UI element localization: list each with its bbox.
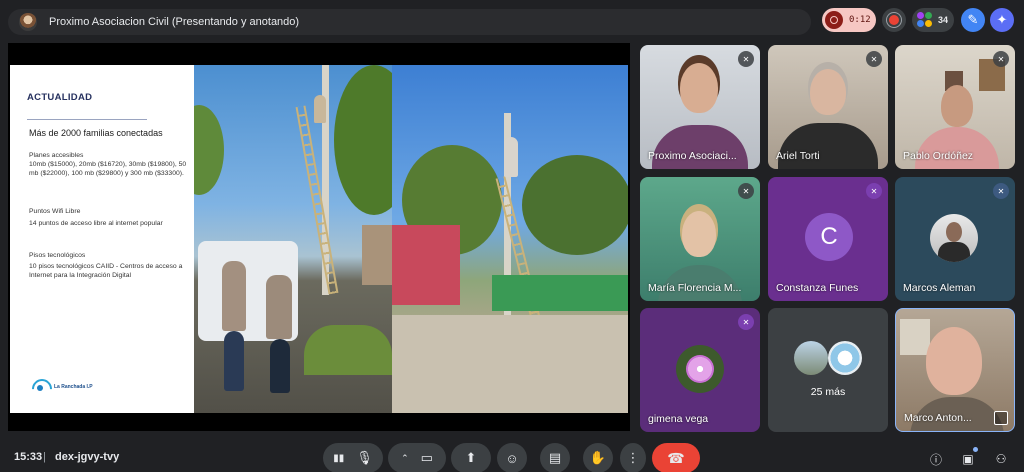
participant-tile[interactable]: ✕ María Florencia M...: [640, 177, 760, 301]
chat-icon: ▣: [962, 452, 974, 466]
mic-off-icon: ✕: [993, 51, 1009, 67]
mic-control[interactable]: ▮▮ 🎙: [323, 443, 383, 472]
camera-icon: ▭: [420, 450, 433, 465]
present-button[interactable]: ⬆: [451, 443, 491, 472]
wifi-body: 14 puntos de acceso libre al internet po…: [29, 220, 163, 227]
separator: |: [43, 451, 46, 463]
info-icon: ⓘ: [929, 452, 942, 467]
captions-button[interactable]: ▤: [540, 443, 570, 472]
participant-name: gimena vega: [648, 413, 709, 425]
participant-name: Constanza Funes: [776, 282, 859, 294]
slide-photo-installation: [194, 65, 392, 413]
meeting-title-bar[interactable]: Proximo Asociacion Civil (Presentando y …: [8, 9, 811, 35]
slide-photo-street: [392, 65, 628, 413]
recording-timer[interactable]: 0:12: [822, 8, 876, 32]
pisos-title: Pisos tecnológicos: [29, 252, 86, 259]
meeting-code: dex-jgvy-tvy: [55, 451, 120, 463]
slide: ACTUALIDAD Más de 2000 familias conectad…: [10, 65, 628, 413]
participant-name: Marco Anton...: [904, 412, 972, 424]
raise-hand-icon: ✋: [589, 450, 607, 465]
participant-name: Ariel Torti: [776, 150, 820, 162]
magic-wand-button[interactable]: ✎: [961, 8, 985, 32]
participants-dots-icon: [917, 12, 933, 28]
planes-title: Planes accesibles: [29, 152, 84, 159]
logo-text: La Ranchada I.P: [54, 384, 93, 390]
mic-off-icon: ✕: [866, 183, 882, 199]
chat-button[interactable]: ▣: [959, 450, 977, 468]
people-icon: ⚇: [995, 452, 1007, 466]
raise-hand-button[interactable]: ✋: [583, 443, 613, 472]
info-button[interactable]: ⓘ: [927, 450, 945, 468]
participant-count: 34: [938, 15, 949, 25]
emoji-button[interactable]: ☺: [497, 443, 527, 472]
timer-icon: [825, 11, 843, 29]
more-participants-label: 25 más: [810, 386, 846, 398]
mic-off-icon: ✕: [738, 51, 754, 67]
presenter-avatar: [19, 13, 37, 31]
camera-control[interactable]: ⌃ ▭: [388, 443, 446, 472]
participant-tile[interactable]: ✕ Ariel Torti: [768, 45, 888, 169]
leave-call-button[interactable]: ☎: [652, 443, 700, 472]
wifi-logo-icon: [30, 377, 50, 397]
participant-tile[interactable]: ✕ Marcos Aleman: [895, 177, 1015, 301]
chevron-up-icon: ⌃: [401, 452, 409, 463]
chat-notification-dot: [973, 447, 978, 452]
avatar-photo: [794, 341, 828, 375]
mic-icon: 🎙: [356, 450, 373, 465]
pisos-body: 10 pisos tecnológicos CAIID - Centros de…: [29, 263, 183, 279]
present-icon: ⬆: [465, 450, 477, 465]
captions-icon: ▤: [548, 450, 562, 465]
participants-button[interactable]: 34: [912, 8, 954, 32]
pink-house: [392, 225, 460, 305]
mic-off-icon: ✕: [738, 183, 754, 199]
magic-wand-icon: ✎: [967, 12, 979, 27]
clock: 15:33: [14, 451, 43, 463]
record-icon[interactable]: [882, 8, 906, 32]
la-ranchada-logo: La Ranchada I.P: [30, 377, 93, 397]
audio-level-icon: ▮▮: [333, 452, 345, 464]
more-vert-icon: ⋮: [626, 450, 640, 465]
participant-tile[interactable]: ✕ Proximo Asociaci...: [640, 45, 760, 169]
participant-name: Proximo Asociaci...: [648, 150, 737, 162]
wifi-title: Puntos Wifi Libre: [29, 208, 81, 215]
participant-tile[interactable]: ✕ Pablo Ordóñez: [895, 45, 1015, 169]
picture-in-picture-icon[interactable]: [994, 411, 1008, 425]
avatar-photo: [930, 214, 978, 262]
emoji-icon: ☺: [505, 450, 519, 466]
participant-name: Marcos Aleman: [903, 282, 976, 294]
participant-tile[interactable]: ✕ gimena vega: [640, 308, 760, 432]
more-participants-tile[interactable]: 25 más: [768, 308, 888, 432]
participant-name: María Florencia M...: [648, 282, 742, 294]
avatar-photo: [828, 341, 862, 375]
avatar-photo: [676, 345, 724, 393]
presentation-area: ACTUALIDAD Más de 2000 familias conectad…: [8, 43, 630, 431]
meeting-title: Proximo Asociacion Civil (Presentando y …: [49, 16, 300, 28]
timer-text: 0:12: [849, 15, 871, 25]
mic-off-icon: ✕: [866, 51, 882, 67]
slide-subheading: Más de 2000 familias conectadas: [29, 128, 163, 138]
sparkle-icon: ✦: [996, 12, 1008, 27]
more-options-button[interactable]: ⋮: [620, 443, 646, 472]
avatar-initial: C: [805, 213, 853, 261]
gemini-button[interactable]: ✦: [990, 8, 1014, 32]
people-button[interactable]: ⚇: [992, 450, 1010, 468]
hangup-icon: ☎: [667, 449, 685, 466]
mic-off-icon: ✕: [738, 314, 754, 330]
self-view-tile[interactable]: Marco Anton...: [895, 308, 1015, 432]
participant-tile[interactable]: C ✕ Constanza Funes: [768, 177, 888, 301]
slide-divider: [27, 119, 147, 120]
mic-off-icon: ✕: [993, 183, 1009, 199]
planes-body: 10mb ($15000), 20mb ($16720), 30mb ($198…: [29, 161, 187, 177]
participant-name: Pablo Ordóñez: [903, 150, 974, 162]
slide-text-panel: ACTUALIDAD Más de 2000 familias conectad…: [10, 65, 194, 413]
slide-heading: ACTUALIDAD: [27, 92, 93, 103]
